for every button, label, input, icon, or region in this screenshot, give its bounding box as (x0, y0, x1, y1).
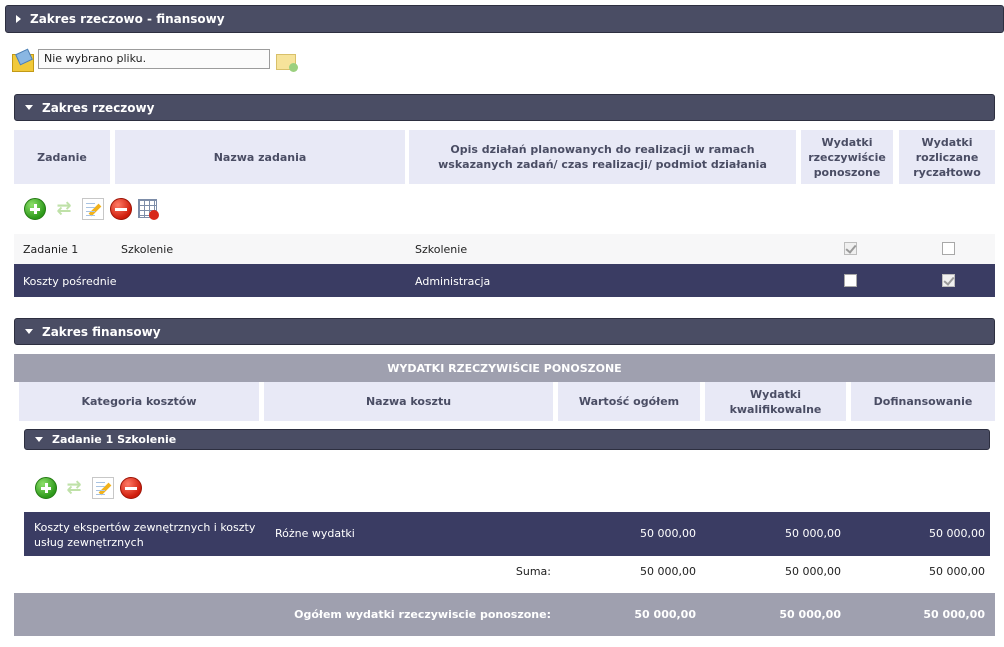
suma-label: Suma: (515, 565, 551, 578)
task-header-title: Zadanie 1 Szkolenie (52, 433, 177, 446)
cell-dofinansowanie: 50 000,00 (929, 527, 985, 540)
edit-icon[interactable] (92, 477, 114, 499)
section-title: Zakres rzeczowy (42, 100, 155, 115)
header-kategoria-kosztow: Kategoria kosztów (19, 382, 259, 421)
header-nazwa-zadania: Nazwa zadania (115, 130, 405, 184)
header-dofinansowanie: Dofinansowanie (851, 382, 995, 421)
suma-kwalifikowalne: 50 000,00 (785, 565, 841, 578)
add-icon[interactable] (24, 198, 46, 220)
task-header-zadanie-1[interactable]: Zadanie 1 Szkolenie (24, 429, 990, 450)
header-wydatki-kwalifikowalne: Wydatki kwalifikowalne (705, 382, 846, 421)
checkbox-rzeczywiste[interactable] (844, 274, 857, 287)
collapse-arrow-icon (35, 437, 43, 442)
cell-kwalifikowalne: 50 000,00 (785, 527, 841, 540)
section-header-zakres-rzeczowy[interactable]: Zakres rzeczowy (14, 94, 995, 121)
group-header-label: WYDATKI RZECZYWIŚCIE PONOSZONE (387, 361, 622, 375)
section-title: Zakres rzeczowo - finansowy (30, 12, 225, 26)
checkbox-rzeczywiste[interactable] (844, 242, 857, 255)
cell-nazwa-zadania: Szkolenie (121, 243, 174, 256)
cell-zadanie: Zadanie 1 (23, 243, 79, 256)
cell-wartosc: 50 000,00 (640, 527, 696, 540)
cell-kategoria: Koszty ekspertów zewnętrznych i koszty u… (34, 521, 256, 549)
cell-opis: Szkolenie (415, 243, 468, 256)
edit-icon[interactable] (82, 198, 104, 220)
header-wydatki-rzeczywiste: Wydatki rzeczywiście ponoszone (801, 130, 893, 184)
total-wartosc: 50 000,00 (634, 608, 696, 621)
header-opis-dzialan: Opis działań planowanych do realizacji w… (409, 130, 796, 184)
section-title: Zakres finansowy (42, 324, 161, 339)
file-input[interactable]: Nie wybrano pliku. (38, 49, 270, 69)
suma-wartosc: 50 000,00 (640, 565, 696, 578)
checkbox-ryczaltowe[interactable] (942, 242, 955, 255)
header-wartosc-ogolem: Wartość ogółem (558, 382, 700, 421)
expand-arrow-icon (16, 15, 21, 23)
total-dofinansowanie: 50 000,00 (923, 608, 985, 621)
table-icon[interactable] (138, 199, 159, 220)
remove-file-icon[interactable] (276, 54, 298, 72)
total-label: Ogółem wydatki rzeczywiscie ponoszone: (294, 608, 551, 621)
cell-opis: Administracja (415, 275, 491, 288)
checkbox-ryczaltowe[interactable] (942, 274, 955, 287)
cell-nazwa-kosztu: Różne wydatki (275, 527, 355, 540)
delete-icon[interactable] (110, 198, 132, 220)
suma-dofinansowanie: 50 000,00 (929, 565, 985, 578)
header-wydatki-ryczaltowe: Wydatki rozliczane ryczałtowo (899, 130, 995, 184)
total-kwalifikowalne: 50 000,00 (779, 608, 841, 621)
section-header-zakres-finansowy[interactable]: Zakres finansowy (14, 318, 995, 345)
delete-icon[interactable] (120, 477, 142, 499)
collapse-arrow-icon (25, 329, 33, 334)
sync-icon[interactable]: ⇄ (53, 198, 75, 220)
section-header-rzeczowo-finansowy[interactable]: Zakres rzeczowo - finansowy (5, 5, 1004, 33)
header-zadanie: Zadanie (14, 130, 110, 184)
cell-zadanie: Koszty pośrednie (23, 275, 117, 288)
attach-file-icon[interactable] (12, 54, 34, 72)
sync-icon[interactable]: ⇄ (63, 477, 85, 499)
header-nazwa-kosztu: Nazwa kosztu (264, 382, 553, 421)
group-header-wydatki: WYDATKI RZECZYWIŚCIE PONOSZONE (14, 354, 995, 382)
collapse-arrow-icon (25, 105, 33, 110)
add-icon[interactable] (35, 477, 57, 499)
